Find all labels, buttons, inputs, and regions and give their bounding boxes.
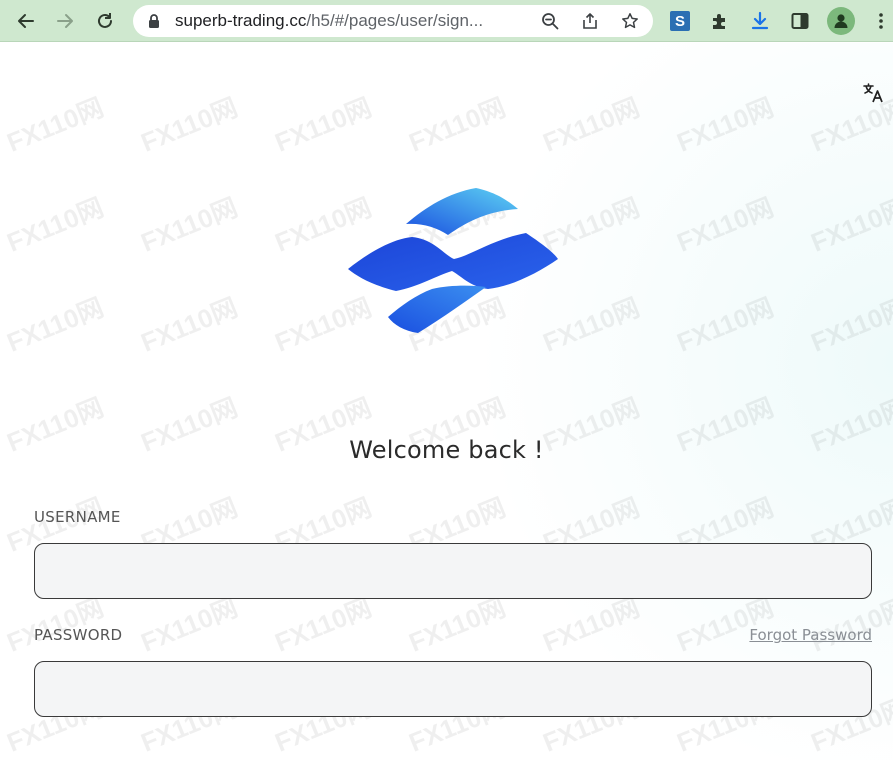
watermark-text: FX110网 <box>672 292 778 358</box>
password-input[interactable] <box>34 661 872 717</box>
watermark-text: FX110网 <box>270 92 376 158</box>
watermark-text: FX110网 <box>136 92 242 158</box>
s-extension-icon[interactable]: S <box>666 7 694 35</box>
svg-text:S: S <box>675 13 685 30</box>
watermark-text: FX110网 <box>538 92 644 158</box>
url-text[interactable]: superb-trading.cc/h5/#/pages/user/sign..… <box>175 11 535 31</box>
username-input[interactable] <box>34 543 872 599</box>
watermark-text: FX110网 <box>136 292 242 358</box>
address-bar[interactable]: superb-trading.cc/h5/#/pages/user/sign..… <box>133 5 653 37</box>
watermark-text: FX110网 <box>806 192 893 258</box>
share-icon[interactable] <box>579 10 601 32</box>
puzzle-icon[interactable] <box>706 7 734 35</box>
download-icon[interactable] <box>746 7 774 35</box>
watermark-text: FX110网 <box>672 192 778 258</box>
brand-logo <box>348 188 558 333</box>
side-panel-icon[interactable] <box>786 7 814 35</box>
watermark-text: FX110网 <box>672 92 778 158</box>
url-host: superb-trading.cc <box>175 11 307 30</box>
watermark-text: FX110网 <box>2 92 108 158</box>
translate-icon[interactable] <box>860 80 886 106</box>
welcome-heading: Welcome back ! <box>349 436 544 464</box>
profile-avatar-icon[interactable] <box>827 7 855 35</box>
zoom-icon[interactable] <box>539 10 561 32</box>
watermark-text: FX110网 <box>136 192 242 258</box>
browser-toolbar: superb-trading.cc/h5/#/pages/user/sign..… <box>0 0 893 42</box>
watermark-text: FX110网 <box>404 92 510 158</box>
url-path: /h5/#/pages/user/sign... <box>306 11 484 30</box>
password-label: PASSWORD <box>34 626 123 644</box>
reload-icon[interactable] <box>91 7 119 35</box>
lock-icon[interactable] <box>147 13 161 34</box>
watermark-text: FX110网 <box>2 292 108 358</box>
watermark-text: FX110网 <box>2 192 108 258</box>
login-page: FX110网 FX110网 FX110网 FX110网 FX110网 FX110网 FX11… <box>0 43 893 760</box>
forgot-password-link[interactable]: Forgot Password <box>749 626 872 644</box>
kebab-menu-icon[interactable] <box>867 7 893 35</box>
watermark-text: FX110网 <box>806 292 893 358</box>
forward-arrow-icon[interactable] <box>51 7 79 35</box>
username-label: USERNAME <box>34 508 121 526</box>
back-arrow-icon[interactable] <box>12 7 40 35</box>
star-icon[interactable] <box>619 10 641 32</box>
